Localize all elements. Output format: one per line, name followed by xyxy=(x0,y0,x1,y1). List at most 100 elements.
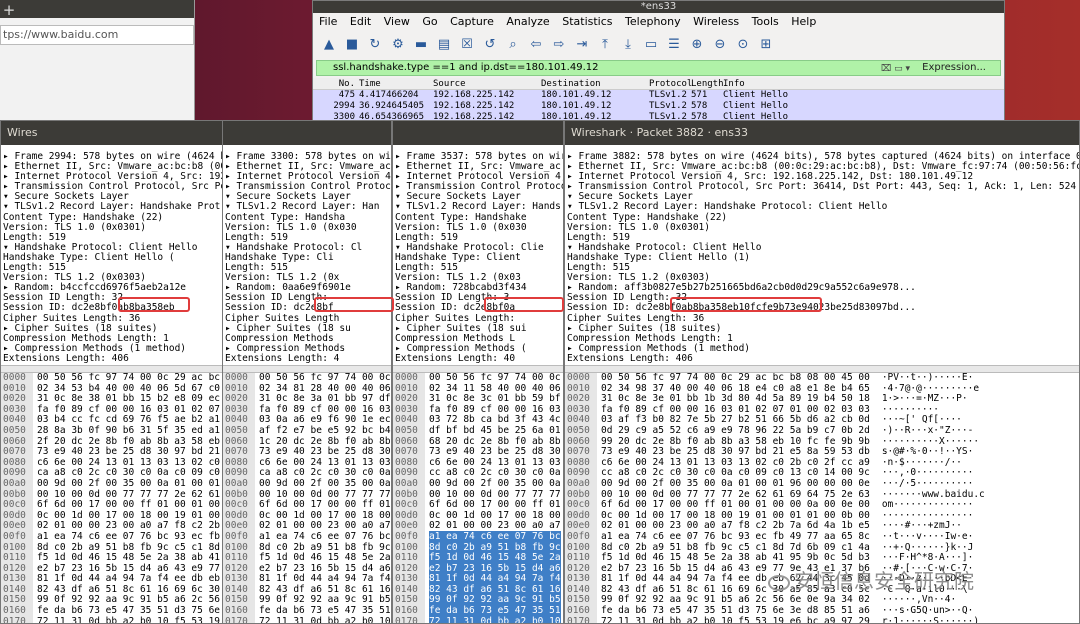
ascii-row[interactable]: ··t···v····Iw·e· xyxy=(882,531,985,543)
col-source[interactable]: Source xyxy=(433,78,541,89)
hex-row[interactable]: 00 10 00 0d 00 77 77 77 2e 62 61 69 64 7… xyxy=(601,489,870,500)
hex-row[interactable]: 00 50 56 fc 97 74 00 0c xyxy=(429,373,561,383)
hex-row[interactable]: 73 e9 40 23 be 25 d8 30 97 bd 21 e5 xyxy=(37,446,224,457)
display-filter-bar[interactable]: ssl.handshake.type ==1 and ip.dst==180.1… xyxy=(316,60,1001,76)
menu-telephony[interactable]: Telephony xyxy=(625,15,681,28)
hex-row[interactable]: 8d c0 2b a9 51 b8 fb 9c c5 c1 8d 7d 6b 0… xyxy=(601,542,870,553)
hex-row[interactable]: 02 01 00 00 23 00 a0 a7 xyxy=(259,520,391,532)
hex-row[interactable]: 0c 00 1d 00 17 00 18 00 xyxy=(259,510,391,521)
menu-statistics[interactable]: Statistics xyxy=(562,15,612,28)
hex-row[interactable]: cc a8 c0 2c c0 30 c0 0a c0 09 c0 13 c0 1… xyxy=(601,467,870,479)
hex-row[interactable]: c6 6e 00 24 13 01 13 03 xyxy=(429,457,561,468)
hex-row[interactable]: 31 0c 8e 3a 01 bb 97 df xyxy=(259,393,391,404)
ascii-row[interactable]: r·1······S······) xyxy=(882,616,985,623)
hex-row[interactable]: c6 6e 00 24 13 01 13 03 13 02 c0 2b c0 2… xyxy=(601,457,870,468)
tree-item[interactable]: Extensions Length: 406 xyxy=(3,353,224,364)
packet-row[interactable]: 475 4.417466204 192.168.225.142 180.101.49.… xyxy=(313,90,1004,101)
go-to-packet-icon[interactable]: ⇥ xyxy=(572,34,592,54)
new-tab-button[interactable]: + xyxy=(0,2,18,20)
hex-row[interactable]: 6f 6d 00 17 00 00 ff 01 00 01 00 00 xyxy=(37,499,224,510)
hex-row[interactable]: 31 0c 8e 3e 01 bb 1b 3d 80 4d 5a 89 19 b… xyxy=(601,393,870,404)
hex-row[interactable]: 72 11 31 0d bb a2 b0 10 xyxy=(429,615,561,623)
find-packet-icon[interactable]: ⌕ xyxy=(503,34,523,54)
close-file-icon[interactable]: ☒ xyxy=(457,34,477,54)
hex-row[interactable]: 99 0f 92 92 aa 9c 91 b5 xyxy=(259,594,391,606)
hex-row[interactable]: 6f 6d 00 17 00 00 ff 01 xyxy=(259,499,391,510)
go-forward-icon[interactable]: ⇨ xyxy=(549,34,569,54)
hex-row[interactable]: 02 01 00 00 23 00 a0 a7 xyxy=(429,520,561,532)
ascii-row[interactable]: ·PV··t··)·····E· xyxy=(882,373,985,384)
hex-row[interactable]: 00 9d 00 2f 00 35 00 0a 01 00 01 96 xyxy=(37,478,224,489)
hex-row[interactable]: a1 ea 74 c6 ee 07 76 bc 93 ec fb 49 xyxy=(37,531,224,542)
hex-row[interactable]: 81 1f 0d 44 a4 94 7a f4 xyxy=(259,573,391,584)
hex-row[interactable]: 8d c0 2b a9 51 b8 fb 9c xyxy=(259,542,391,553)
hex-row[interactable]: 00 10 00 0d 00 77 77 77 2e 62 61 69 xyxy=(37,489,224,500)
go-back-icon[interactable]: ⇦ xyxy=(526,34,546,54)
hex-row[interactable]: fe da b6 73 e5 47 35 51 xyxy=(429,605,561,617)
hex-row[interactable]: 00 9d 00 2f 00 35 00 0a 01 00 01 96 00 0… xyxy=(601,478,870,489)
hex-row[interactable]: e2 b7 23 16 5b 15 d4 a6 43 e9 77 9e xyxy=(37,563,224,574)
save-file-icon[interactable]: ▤ xyxy=(434,34,454,54)
hex-row[interactable]: 02 01 00 00 23 00 a0 a7 f8 c2 2b 7a 6d 4… xyxy=(601,520,870,532)
hex-row[interactable]: 02 34 98 37 40 00 40 06 18 e4 c0 a8 e1 8… xyxy=(601,383,870,394)
open-file-icon[interactable]: ▬ xyxy=(411,34,431,54)
hex-row[interactable]: 6f 6d 00 17 00 00 ff 01 00 01 00 00 0a 0… xyxy=(601,499,870,510)
col-info[interactable]: Info xyxy=(723,78,745,89)
hex-row[interactable]: 00 50 56 fc 97 74 00 0c 29 ac bc b8 xyxy=(37,373,224,383)
hex-row[interactable]: fe da b6 73 e5 47 35 51 xyxy=(259,605,391,616)
reload-file-icon[interactable]: ↺ xyxy=(480,34,500,54)
col-no[interactable]: No. xyxy=(313,78,359,89)
hex-row[interactable]: 1c 20 dc 2e 8b f0 ab 8b xyxy=(259,436,391,447)
hex-row[interactable]: 99 0f 92 92 aa 9c 91 b5 a6 2c 56 6e 0e 9… xyxy=(601,594,870,606)
hex-row[interactable]: 02 01 00 00 23 00 a0 a7 f8 c2 2b 7a xyxy=(37,520,224,532)
col-destination[interactable]: Destination xyxy=(541,78,649,89)
pane-splitter[interactable] xyxy=(393,365,563,373)
hex-row[interactable]: 99 20 dc 2e 8b f0 ab 8b a3 58 eb 10 fc f… xyxy=(601,436,870,447)
hex-row[interactable]: af f2 e7 be e5 92 bc b4 xyxy=(259,425,391,436)
hex-row[interactable]: 03 72 8b ca bd 3f 43 4c xyxy=(429,414,561,426)
hex-row[interactable]: 00 9d 00 2f 00 35 00 0a xyxy=(429,478,561,489)
hex-row[interactable]: a1 ea 74 c6 ee 07 76 bc 93 ec fb 49 77 a… xyxy=(601,531,870,542)
hex-row[interactable]: 72 11 31 0d bb a2 b0 10 f5 53 19 e6 bc a… xyxy=(601,616,870,623)
menu-wireless[interactable]: Wireless xyxy=(693,15,739,28)
hex-row[interactable]: 0c 00 1d 00 17 00 18 00 19 01 00 01 xyxy=(37,510,224,521)
hex-row[interactable]: cc a8 c0 2c c0 30 c0 0a xyxy=(429,467,561,479)
hex-row[interactable]: fe da b6 73 e5 47 35 51 d3 75 6e 3e xyxy=(37,605,224,616)
resize-columns-icon[interactable]: ⊞ xyxy=(756,34,776,54)
packet-row[interactable]: 2994 36.924645405 192.168.225.142 180.101.4… xyxy=(313,101,1004,112)
shark-fin-start-icon[interactable]: ▲ xyxy=(319,34,339,54)
stop-capture-icon[interactable]: ■ xyxy=(342,34,362,54)
hex-row[interactable]: 6f 6d 00 17 00 00 ff 01 xyxy=(429,499,561,510)
hex-row[interactable]: 02 34 81 28 40 00 40 06 xyxy=(259,383,391,394)
hex-row[interactable]: 31 0c 8e 38 01 bb 15 b2 e8 09 ec 14 xyxy=(37,393,224,404)
hex-row[interactable]: 72 11 31 0d bb a2 b0 10 f5 53 19 e6 xyxy=(37,616,224,623)
menu-help[interactable]: Help xyxy=(791,15,816,28)
last-packet-icon[interactable]: ⤓ xyxy=(618,34,638,54)
hex-row[interactable]: 03 0a a6 e9 f6 90 1e ec xyxy=(259,414,391,426)
menu-view[interactable]: View xyxy=(384,15,410,28)
hex-row[interactable]: 00 9d 00 2f 00 35 00 0a xyxy=(259,478,391,489)
expression-button[interactable]: Expression... xyxy=(922,61,986,75)
hex-row[interactable]: 31 0c 8e 3c 01 bb 59 bf xyxy=(429,393,561,404)
filter-text[interactable]: ssl.handshake.type ==1 and ip.dst==180.1… xyxy=(317,62,598,73)
hex-row[interactable]: 2f 20 dc 2e 8b f0 ab 8b a3 58 eb 10 xyxy=(37,436,224,447)
hex-row[interactable]: fa f0 89 cf 00 00 16 03 01 02 07 01 00 0… xyxy=(601,404,870,415)
hex-row[interactable]: a1 ea 74 c6 ee 07 76 bc xyxy=(259,531,391,542)
col-protocol[interactable]: Protocol xyxy=(649,78,692,89)
hex-row[interactable]: 68 20 dc 2e 8b f0 ab 8b xyxy=(429,436,561,447)
hex-row[interactable]: c6 6e 00 24 13 01 13 03 xyxy=(259,457,391,468)
hex-row[interactable]: 82 43 df a6 51 8c 61 16 xyxy=(429,583,561,595)
menu-tools[interactable]: Tools xyxy=(752,15,779,28)
hex-row[interactable]: 99 0f 92 92 aa 9c 91 b5 xyxy=(429,594,561,606)
url-bar[interactable]: tps://www.baidu.com xyxy=(0,25,194,45)
capture-options-icon[interactable]: ⚙ xyxy=(388,34,408,54)
tree-item[interactable]: Extensions Length: 406 xyxy=(567,353,1079,364)
zoom-out-icon[interactable]: ⊖ xyxy=(710,34,730,54)
menu-file[interactable]: File xyxy=(319,15,337,28)
col-length[interactable]: Length xyxy=(691,78,724,89)
hex-row[interactable]: c6 6e 00 24 13 01 13 03 13 02 c0 2b xyxy=(37,457,224,468)
hex-row[interactable]: 82 43 df a6 51 8c 61 16 xyxy=(259,584,391,595)
hex-row[interactable]: e2 b7 23 16 5b 15 d4 a6 xyxy=(429,562,561,574)
hex-row[interactable]: 02 34 11 58 40 00 40 06 xyxy=(429,383,561,394)
hex-row[interactable]: 0c 00 1d 00 17 00 18 00 19 01 00 01 01 0… xyxy=(601,510,870,521)
